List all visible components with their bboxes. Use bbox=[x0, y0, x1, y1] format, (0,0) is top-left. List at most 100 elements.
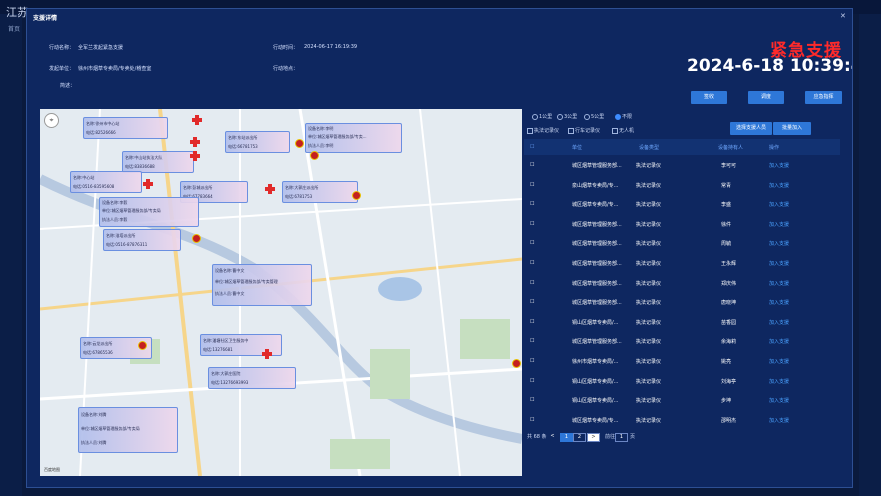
row-checkbox[interactable]: ☐ bbox=[530, 397, 534, 403]
row-unit: 城区烟草管理服务部... bbox=[572, 221, 622, 228]
row-checkbox[interactable]: ☐ bbox=[530, 378, 534, 384]
map-view[interactable]: ⌖ 名称:徐州市中心站 电话:82526666 名称:中山站执法大队 电话:83… bbox=[40, 109, 522, 476]
row-checkbox[interactable]: ☐ bbox=[530, 280, 534, 286]
table-row[interactable]: ☐ 铜山区烟草专卖局/... 执法记录仪 刘海亭 加入支援 bbox=[524, 371, 840, 391]
row-checkbox[interactable]: ☐ bbox=[530, 338, 534, 344]
modal-title: 支援详情 bbox=[33, 15, 58, 22]
radius-option-5km[interactable]: 5公里 bbox=[584, 113, 604, 120]
row-checkbox[interactable]: ☐ bbox=[530, 319, 534, 325]
table-row[interactable]: ☐ 城区烟草管理服务部... 执法记录仪 徐件 加入支援 bbox=[524, 214, 840, 234]
table-row[interactable]: ☐ 铜山区烟草专卖局/... 执法记录仪 步坤 加入支援 bbox=[524, 390, 840, 410]
task-name-label: 行动名称： bbox=[49, 45, 75, 51]
row-join-link[interactable]: 加入支援 bbox=[769, 201, 789, 208]
row-join-link[interactable]: 加入支援 bbox=[769, 319, 789, 326]
row-checkbox[interactable]: ☐ bbox=[530, 260, 534, 266]
table-row[interactable]: ☐ 城区烟草专卖局/专... 执法记录仪 邵明杰 加入支援 bbox=[524, 410, 840, 430]
map-card-station-7[interactable]: 名称:淮塔派出所 电话:0516-87876311 bbox=[103, 229, 181, 251]
map-control-icon[interactable]: ⌖ bbox=[44, 113, 59, 128]
row-join-link[interactable]: 加入支援 bbox=[769, 280, 789, 287]
police-marker-icon[interactable] bbox=[295, 139, 304, 148]
row-device-type: 执法记录仪 bbox=[636, 339, 662, 346]
row-checkbox[interactable]: ☐ bbox=[530, 240, 534, 246]
police-marker-icon[interactable] bbox=[192, 234, 201, 243]
pager-unit-label: 页 bbox=[630, 434, 636, 440]
hospital-marker-icon[interactable] bbox=[262, 349, 272, 359]
pager-page-1[interactable]: 1 bbox=[560, 433, 573, 442]
row-checkbox[interactable]: ☐ bbox=[530, 358, 534, 364]
table-row[interactable]: ☐ 城区烟草管理服务部... 执法记录仪 郑庆伟 加入支援 bbox=[524, 273, 840, 293]
filter-drone[interactable]: 无人机 bbox=[612, 127, 634, 134]
dispatch-button[interactable]: 调度 bbox=[748, 91, 784, 104]
pager-page-2[interactable]: 2 bbox=[573, 433, 586, 442]
map-card-device-2[interactable]: 设备名称:李毅 单位:城区烟草管理服务部/专卖局 执法人员:李毅 bbox=[99, 197, 199, 227]
table-row[interactable]: ☐ 城区烟草管理服务部... 执法记录仪 唐晓坤 加入支援 bbox=[524, 292, 840, 312]
table-row[interactable]: ☐ 城区烟草管理服务部... 执法记录仪 李可可 加入支援 bbox=[524, 155, 840, 175]
map-card-station-1[interactable]: 名称:徐州市中心站 电话:82526666 bbox=[83, 117, 168, 139]
map-card-device-3[interactable]: 设备名称:曹中文 单位:城区烟草管理服务部/专卖管理 执法人员:曹中文 bbox=[212, 264, 312, 306]
row-join-link[interactable]: 加入支援 bbox=[769, 221, 789, 228]
pager-prev-button[interactable]: < bbox=[547, 433, 558, 440]
row-join-link[interactable]: 加入支援 bbox=[769, 397, 789, 404]
row-checkbox[interactable]: ☐ bbox=[530, 201, 534, 207]
row-join-link[interactable]: 加入支援 bbox=[769, 358, 789, 365]
row-device-type: 执法记录仪 bbox=[636, 280, 662, 287]
app-left-sidebar bbox=[0, 14, 22, 496]
row-join-link[interactable]: 加入支援 bbox=[769, 299, 789, 306]
row-unit: 铜山区烟草专卖局/... bbox=[572, 319, 619, 326]
pager-goto-input[interactable]: 1 bbox=[615, 433, 628, 442]
table-row[interactable]: ☐ 城区烟草专卖局/专... 执法记录仪 李盛 加入支援 bbox=[524, 194, 840, 214]
radius-option-1km[interactable]: 1公里 bbox=[532, 113, 552, 120]
sign-button[interactable]: 签收 bbox=[691, 91, 727, 104]
row-checkbox[interactable]: ☐ bbox=[530, 221, 534, 227]
row-checkbox[interactable]: ☐ bbox=[530, 299, 534, 305]
hospital-marker-icon[interactable] bbox=[265, 184, 275, 194]
radius-option-3km[interactable]: 3公里 bbox=[557, 113, 577, 120]
hospital-marker-icon[interactable] bbox=[143, 179, 153, 189]
filter-dashcam[interactable]: 行车记录仪 bbox=[568, 127, 600, 134]
row-checkbox[interactable]: ☐ bbox=[530, 162, 534, 168]
row-device-type: 执法记录仪 bbox=[636, 378, 662, 385]
table-row[interactable]: ☐ 铜山区烟草专卖局/... 执法记录仪 苗香园 加入支援 bbox=[524, 312, 840, 332]
row-checkbox[interactable]: ☐ bbox=[530, 417, 534, 423]
row-holder: 步坤 bbox=[721, 398, 732, 405]
table-row[interactable]: ☐ 城区烟草管理服务部... 执法记录仪 余海莉 加入支援 bbox=[524, 331, 840, 351]
table-row[interactable]: ☐ 泉山烟草专卖局/专... 执法记录仪 常青 加入支援 bbox=[524, 175, 840, 195]
current-timestamp: 2024-6-18 10:39:43 bbox=[687, 56, 852, 76]
map-card-station-5[interactable]: 名称:中心站 电话:0516-83595608 bbox=[70, 171, 142, 193]
pager-next-button[interactable]: > bbox=[587, 433, 600, 442]
batch-add-button[interactable]: 批量加入 bbox=[773, 122, 811, 135]
row-checkbox[interactable]: ☐ bbox=[530, 182, 534, 188]
hospital-marker-icon[interactable] bbox=[190, 151, 200, 161]
row-join-link[interactable]: 加入支援 bbox=[769, 417, 789, 424]
map-card-device-1[interactable]: 设备名称:李明 单位:城区烟草管理服务部/专卖... 执法人员:李明 bbox=[305, 123, 402, 153]
table-row[interactable]: ☐ 城区烟草管理服务部... 执法记录仪 王永辉 加入支援 bbox=[524, 253, 840, 273]
row-join-link[interactable]: 加入支援 bbox=[769, 240, 789, 247]
map-card-station-4[interactable]: 名称:大郭庄派出所 电话:6781753 bbox=[282, 181, 358, 203]
row-join-link[interactable]: 加入支援 bbox=[769, 260, 789, 267]
hospital-marker-icon[interactable] bbox=[192, 115, 202, 125]
header-checkbox[interactable]: ☐ bbox=[530, 144, 534, 150]
select-support-button[interactable]: 选择支援人员 bbox=[730, 122, 772, 135]
map-card-device-4[interactable]: 设备名称:刘腾 单位:城区烟草管理服务部/专卖局 执法人员:刘腾 bbox=[78, 407, 178, 453]
map-card-station-2[interactable]: 名称:中山站执法大队 电话:83836688 bbox=[122, 151, 194, 173]
radius-option-unlimited[interactable]: 不限 bbox=[615, 113, 632, 120]
hospital-marker-icon[interactable] bbox=[190, 137, 200, 147]
row-join-link[interactable]: 加入支援 bbox=[769, 182, 789, 189]
row-join-link[interactable]: 加入支援 bbox=[769, 162, 789, 169]
row-holder: 徐件 bbox=[721, 221, 732, 228]
police-marker-icon[interactable] bbox=[352, 191, 361, 200]
filter-body-camera[interactable]: 执法记录仪 bbox=[527, 127, 559, 134]
row-join-link[interactable]: 加入支援 bbox=[769, 338, 789, 345]
row-join-link[interactable]: 加入支援 bbox=[769, 378, 789, 385]
map-card-hospital-2[interactable]: 名称:大郭庄医院 电话:13276693993 bbox=[208, 367, 296, 389]
app-nav-home[interactable]: 首页 bbox=[8, 24, 20, 33]
close-icon[interactable]: ✕ bbox=[840, 12, 846, 20]
police-marker-icon[interactable] bbox=[310, 151, 319, 160]
table-row[interactable]: ☐ 徐州市烟草专卖局/... 执法记录仪 姚亮 加入支援 bbox=[524, 351, 840, 371]
police-marker-icon[interactable] bbox=[138, 341, 147, 350]
police-marker-icon[interactable] bbox=[512, 359, 521, 368]
table-row[interactable]: ☐ 城区烟草管理服务部... 执法记录仪 周毓 加入支援 bbox=[524, 233, 840, 253]
emergency-command-button[interactable]: 应急指挥 bbox=[805, 91, 842, 104]
map-card-station-3[interactable]: 名称:东站派出所 电话:66781753 bbox=[225, 131, 290, 153]
row-device-type: 执法记录仪 bbox=[636, 398, 662, 405]
